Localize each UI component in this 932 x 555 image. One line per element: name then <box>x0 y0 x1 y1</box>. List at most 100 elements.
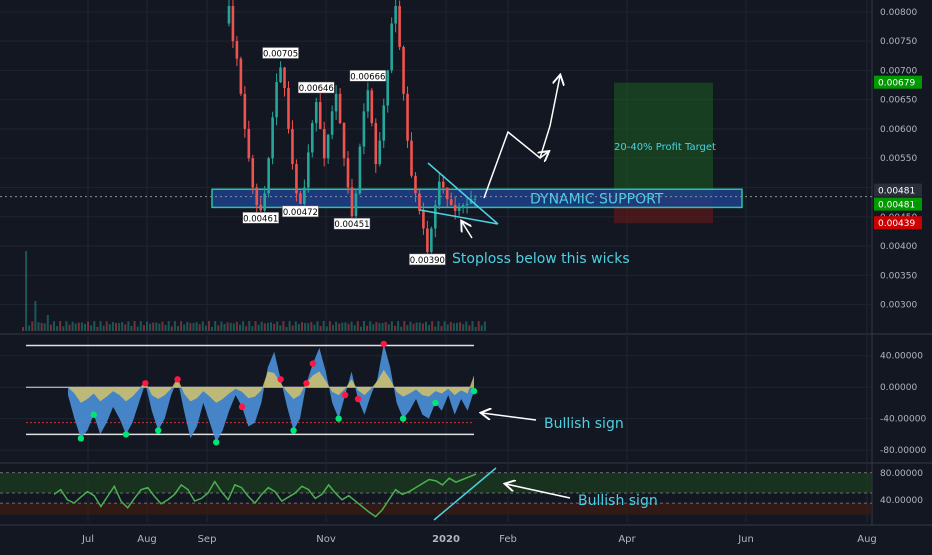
volume-bar <box>239 324 241 331</box>
candle-body <box>231 6 235 42</box>
volume-bar <box>242 321 245 331</box>
pivot-label: 0.00451 <box>334 220 369 230</box>
candle-body <box>350 187 354 217</box>
osc-red-dot <box>354 395 362 403</box>
volume-bar <box>437 321 440 331</box>
volume-bar <box>170 326 173 331</box>
candle-body <box>314 102 318 124</box>
volume-bar <box>158 323 161 331</box>
volume-bar <box>28 325 31 331</box>
volume-bar <box>167 321 170 331</box>
volume-bar <box>471 321 474 331</box>
candle-body <box>251 158 255 188</box>
price-tick-label: 0.00350 <box>880 271 917 281</box>
candle-body <box>414 175 417 194</box>
volume-bar <box>443 321 446 331</box>
candle-body <box>283 67 286 88</box>
volume-bar <box>102 325 105 331</box>
volume-bar <box>204 325 207 331</box>
volume-bar <box>211 326 214 331</box>
candle-body <box>382 105 386 141</box>
volume-bar <box>319 326 322 331</box>
volume-bar <box>276 321 279 331</box>
volume-bar <box>279 325 282 331</box>
volume-bar <box>468 325 471 331</box>
price-axis-label: 0.00481 <box>878 201 915 211</box>
volume-bar <box>192 322 195 331</box>
candle-body <box>334 93 338 112</box>
candle-body <box>457 207 461 211</box>
osc-green-dot <box>470 387 478 395</box>
candle-body <box>386 70 389 106</box>
pivot-label: 0.00705 <box>263 49 298 59</box>
volume-bar <box>62 326 65 331</box>
candle-body <box>259 205 263 211</box>
volume-bar <box>133 321 136 331</box>
osc-red-dot <box>309 360 317 367</box>
pivot-label: 0.00666 <box>350 72 385 82</box>
candle-body <box>394 6 397 24</box>
price-tick-label: 0.00550 <box>880 154 917 164</box>
volume-bar <box>477 321 480 331</box>
volume-bar <box>263 323 266 331</box>
candle-body <box>402 46 405 94</box>
candle-body <box>418 193 421 211</box>
volume-bar <box>356 321 359 331</box>
volume-bar <box>229 322 232 331</box>
volume-bar <box>291 325 294 331</box>
candle-body <box>326 134 330 159</box>
volume-bar <box>127 321 130 331</box>
volume-bar <box>121 321 124 331</box>
candle-body <box>318 102 322 129</box>
price-tick-label: 0.00700 <box>880 66 917 76</box>
candle-body <box>453 205 457 211</box>
time-tick-label: Aug <box>137 534 157 545</box>
candle-body <box>406 93 409 141</box>
osc-red-dot <box>277 376 284 383</box>
volume-bar <box>105 321 108 331</box>
volume-bar <box>350 321 353 331</box>
volume-bar <box>282 321 285 331</box>
time-tick-label: Apr <box>618 534 636 545</box>
volume-bar <box>456 322 458 331</box>
price-tick-label: 0.00800 <box>880 8 917 18</box>
pivot-label: 0.00390 <box>410 256 445 266</box>
candle-body <box>330 111 334 135</box>
volume-bar <box>65 321 68 331</box>
volume-bar <box>254 321 257 331</box>
volume-bar <box>71 321 74 331</box>
candle-body <box>378 140 382 165</box>
volume-bar <box>363 321 365 331</box>
volume-bar <box>409 321 412 331</box>
candle-body <box>354 193 358 217</box>
volume-bar <box>53 321 55 331</box>
volume-bar <box>332 324 334 331</box>
time-tick-label: Nov <box>316 534 336 545</box>
volume-bar <box>421 323 424 331</box>
candle-body <box>287 87 290 129</box>
volume-bar <box>465 321 468 331</box>
time-tick-label: Jun <box>737 534 754 545</box>
candle-body <box>430 228 433 252</box>
volume-bar <box>452 323 455 331</box>
volume-bar <box>68 324 71 331</box>
volume-bar <box>201 321 204 331</box>
price-tick-label: 0.00750 <box>880 37 917 47</box>
candle-body <box>275 82 278 118</box>
candle-body <box>342 123 346 159</box>
rsi-tick-label: 80.00000 <box>880 469 923 479</box>
volume-bar <box>384 322 387 331</box>
time-tick-label: Jul <box>81 534 94 545</box>
candle-body <box>422 210 425 229</box>
volume-bar <box>297 324 300 331</box>
candle-body <box>255 187 259 206</box>
volume-bar <box>474 326 477 331</box>
candle-body <box>303 187 306 204</box>
osc-red-dot <box>341 391 349 399</box>
candle-body <box>370 90 374 124</box>
volume-bar <box>273 323 276 331</box>
price-tick-label: 0.00400 <box>880 242 917 252</box>
volume-bar <box>34 301 37 331</box>
support-zone-label: DYNAMIC SUPPORT <box>530 191 664 207</box>
volume-bar <box>146 321 148 331</box>
